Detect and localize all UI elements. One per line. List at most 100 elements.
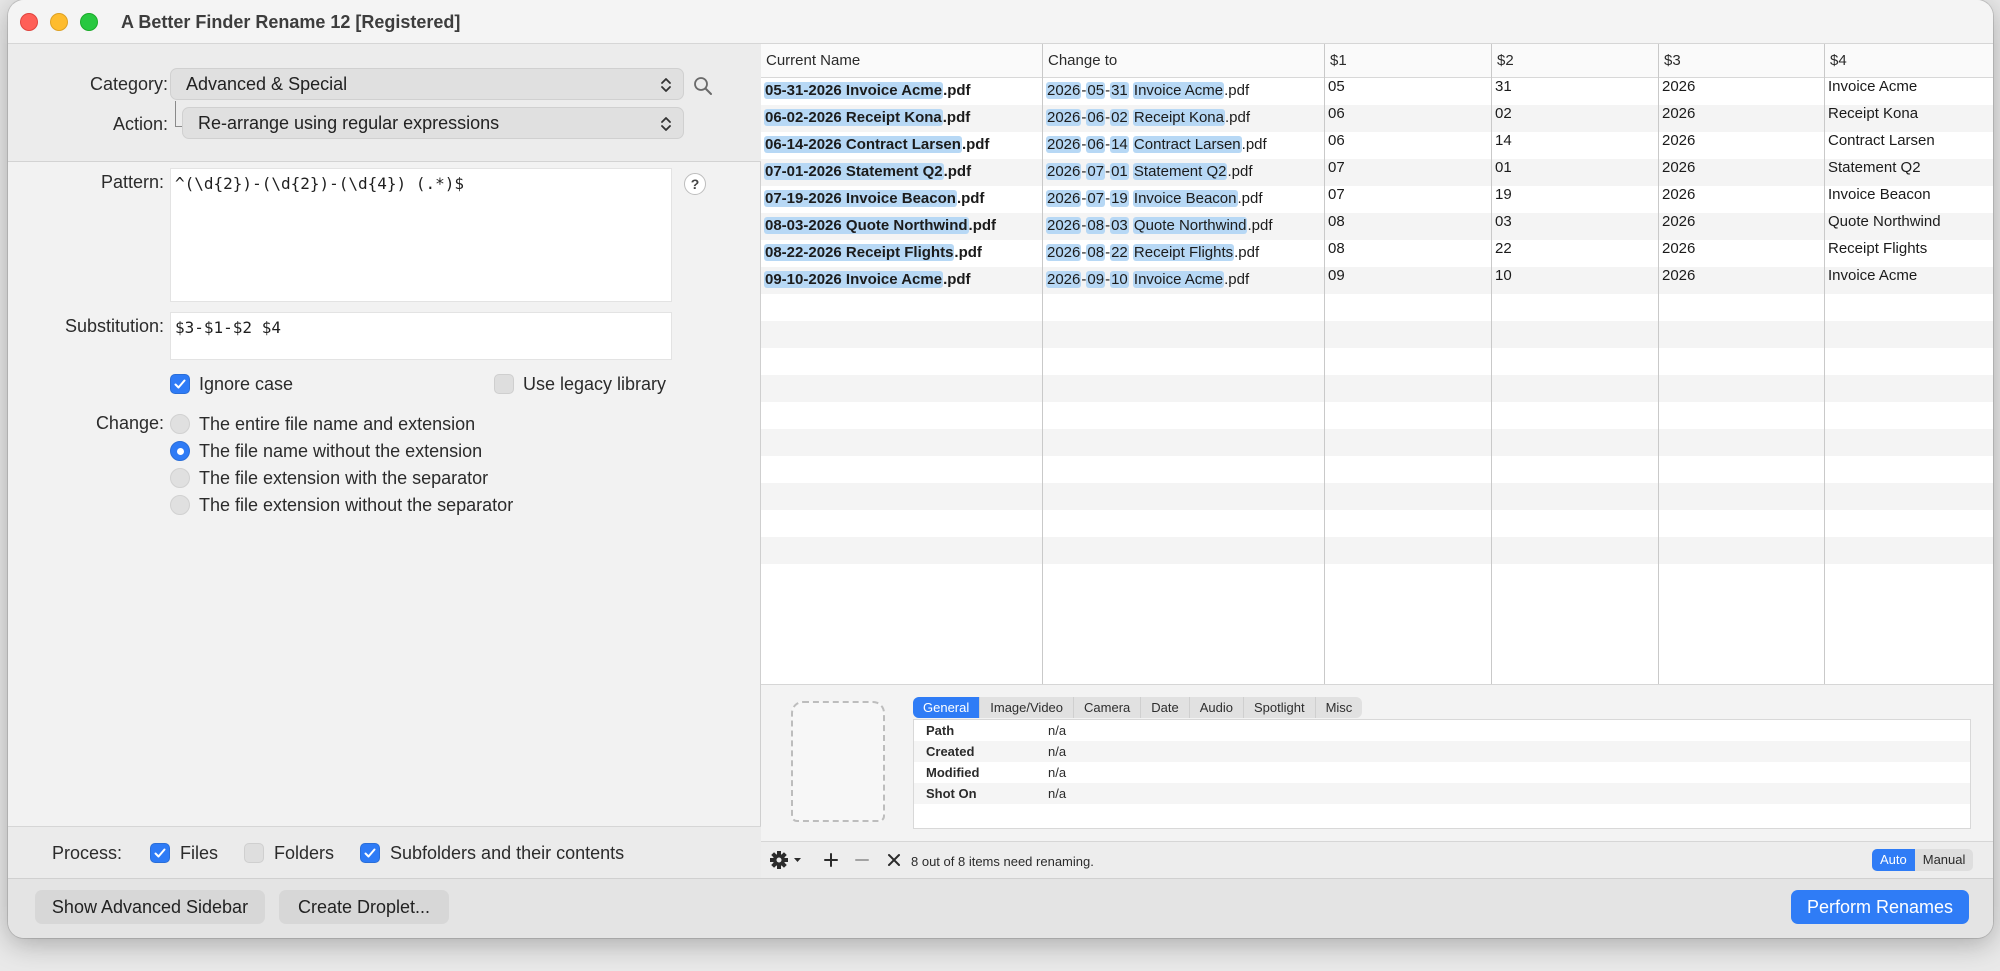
category-label: Category: (89, 74, 168, 94)
table-row[interactable]: 07-01-2026 Statement Q2.pdf 2026-07-01 St… (761, 159, 1993, 186)
table-row[interactable]: 08-03-2026 Quote Northwind.pdf 2026-08-03… (761, 213, 1993, 240)
group-4-cell: Invoice Beacon (1828, 186, 1931, 203)
substituted-group: 2026 (1046, 244, 1082, 261)
table-row[interactable]: 06-02-2026 Receipt Kona.pdf 2026-06-02 Re… (761, 105, 1993, 132)
radio-ext-without-separator[interactable] (170, 495, 190, 515)
group-4-cell: Invoice Acme (1828, 78, 1918, 95)
group-3-cell: 2026 (1662, 267, 1696, 284)
table-row-empty (761, 402, 1993, 429)
category-popup[interactable]: Advanced & Special (170, 68, 684, 100)
category-area: Category: Advanced & Special Action: Re-… (8, 44, 761, 162)
column-header-current-name[interactable]: Current Name (766, 52, 860, 69)
table-row[interactable]: 09-10-2026 Invoice Acme.pdf 2026-09-10 In… (761, 267, 1993, 294)
column-divider (1824, 44, 1825, 684)
substituted-group: 02 (1110, 109, 1129, 126)
tab-misc[interactable]: Misc (1316, 697, 1363, 718)
column-header-group-1[interactable]: $1 (1330, 52, 1347, 69)
table-row[interactable]: 06-14-2026 Contract Larsen.pdf 2026-06-14… (761, 132, 1993, 159)
table-row[interactable]: 08-22-2026 Receipt Flights.pdf 2026-08-22… (761, 240, 1993, 267)
current-name-cell: 07-19-2026 Invoice Beacon.pdf (764, 190, 984, 207)
tab-spotlight[interactable]: Spotlight (1244, 697, 1316, 718)
radio-name-without-ext-label[interactable]: The file name without the extension (199, 441, 482, 462)
process-folders-label[interactable]: Folders (274, 843, 334, 864)
minimize-window-button[interactable] (50, 13, 68, 31)
radio-entire-name[interactable] (170, 414, 190, 434)
substituted-group: 19 (1110, 190, 1129, 207)
change-to-cell: 2026-06-02 Receipt Kona.pdf (1046, 109, 1251, 126)
radio-ext-with-separator-label[interactable]: The file extension with the separator (199, 468, 488, 489)
legacy-library-checkbox[interactable] (494, 374, 514, 394)
status-message: 8 out of 8 items need renaming. (911, 854, 1094, 869)
substitution-input[interactable]: $3-$1-$2 $4 (170, 312, 672, 360)
group-3-cell: 2026 (1662, 78, 1696, 95)
checkmark-icon (174, 379, 186, 389)
tab-date[interactable]: Date (1141, 697, 1190, 718)
auto-manual-toggle: Auto Manual (1872, 849, 1974, 871)
column-header-group-4[interactable]: $4 (1830, 52, 1847, 69)
substituted-group: Invoice Beacon (1132, 190, 1238, 207)
action-label: Action: (112, 114, 168, 134)
close-window-button[interactable] (20, 13, 38, 31)
process-subfolders-label[interactable]: Subfolders and their contents (390, 843, 624, 864)
search-icon[interactable] (692, 75, 714, 97)
perform-renames-button[interactable]: Perform Renames (1791, 890, 1969, 924)
radio-ext-without-separator-label[interactable]: The file extension without the separator (199, 495, 513, 516)
substituted-group: 06 (1086, 136, 1106, 153)
info-row: Modified n/a (914, 762, 1970, 783)
group-3-cell: 2026 (1662, 159, 1696, 176)
file-preview-table: Current Name Change to $1 $2 $3 $4 05-31… (761, 44, 1993, 684)
action-popup[interactable]: Re-arrange using regular expressions (182, 107, 684, 139)
close-icon[interactable] (886, 850, 902, 870)
group-3-cell: 2026 (1662, 213, 1696, 230)
column-divider (1042, 44, 1043, 684)
file-extension: .pdf (956, 190, 985, 207)
group-3-cell: 2026 (1662, 240, 1696, 257)
substituted-group: 22 (1110, 244, 1129, 261)
manual-segment[interactable]: Manual (1915, 849, 1974, 871)
ignore-case-label[interactable]: Ignore case (199, 374, 293, 395)
substituted-group: Quote Northwind (1132, 217, 1248, 234)
column-header-group-2[interactable]: $2 (1497, 52, 1514, 69)
group-4-cell: Quote Northwind (1828, 213, 1941, 230)
tab-camera[interactable]: Camera (1074, 697, 1142, 718)
tab-image-video[interactable]: Image/Video (980, 697, 1075, 718)
file-extension: .pdf (1247, 217, 1273, 234)
status-strip: 8 out of 8 items need renaming. Auto Man… (761, 841, 1993, 878)
gear-icon[interactable] (769, 850, 805, 870)
radio-ext-with-separator[interactable] (170, 468, 190, 488)
column-header-change-to[interactable]: Change to (1048, 52, 1117, 69)
radio-entire-name-label[interactable]: The entire file name and extension (199, 414, 475, 435)
group-1-cell: 06 (1328, 105, 1345, 122)
legacy-library-label[interactable]: Use legacy library (523, 374, 666, 395)
tab-general[interactable]: General (913, 697, 981, 718)
info-key: Created (926, 744, 975, 759)
group-2-cell: 31 (1495, 78, 1512, 95)
plus-icon[interactable] (823, 850, 839, 870)
minus-icon[interactable] (854, 850, 870, 870)
info-value: n/a (1048, 744, 1067, 759)
change-to-cell: 2026-08-03 Quote Northwind.pdf (1046, 217, 1273, 234)
create-droplet-button[interactable]: Create Droplet... (279, 890, 449, 924)
auto-segment[interactable]: Auto (1872, 849, 1915, 871)
table-row[interactable]: 05-31-2026 Invoice Acme.pdf 2026-05-31 In… (761, 78, 1993, 105)
group-1-cell: 06 (1328, 132, 1345, 149)
process-folders-checkbox[interactable] (244, 843, 264, 863)
column-header-group-3[interactable]: $3 (1664, 52, 1681, 69)
matched-text: 07-01-2026 Statement Q2 (764, 163, 944, 180)
zoom-window-button[interactable] (80, 13, 98, 31)
table-row[interactable]: 07-19-2026 Invoice Beacon.pdf 2026-07-19 … (761, 186, 1993, 213)
info-value: n/a (1048, 765, 1067, 780)
process-files-label[interactable]: Files (180, 843, 218, 864)
window-title: A Better Finder Rename 12 [Registered] (121, 12, 461, 32)
group-4-cell: Invoice Acme (1828, 267, 1918, 284)
tab-audio[interactable]: Audio (1190, 697, 1244, 718)
pattern-input[interactable]: ^(\d{2})-(\d{2})-(\d{4}) (.*)$ (170, 168, 672, 302)
process-subfolders-checkbox[interactable] (360, 843, 380, 863)
ignore-case-checkbox[interactable] (170, 374, 190, 394)
show-advanced-sidebar-button[interactable]: Show Advanced Sidebar (35, 890, 265, 924)
radio-name-without-ext[interactable] (170, 441, 190, 461)
process-files-checkbox[interactable] (150, 843, 170, 863)
help-icon[interactable]: ? (684, 173, 706, 195)
info-value: n/a (1048, 786, 1067, 801)
matched-text: 06-14-2026 Contract Larsen (764, 136, 962, 153)
